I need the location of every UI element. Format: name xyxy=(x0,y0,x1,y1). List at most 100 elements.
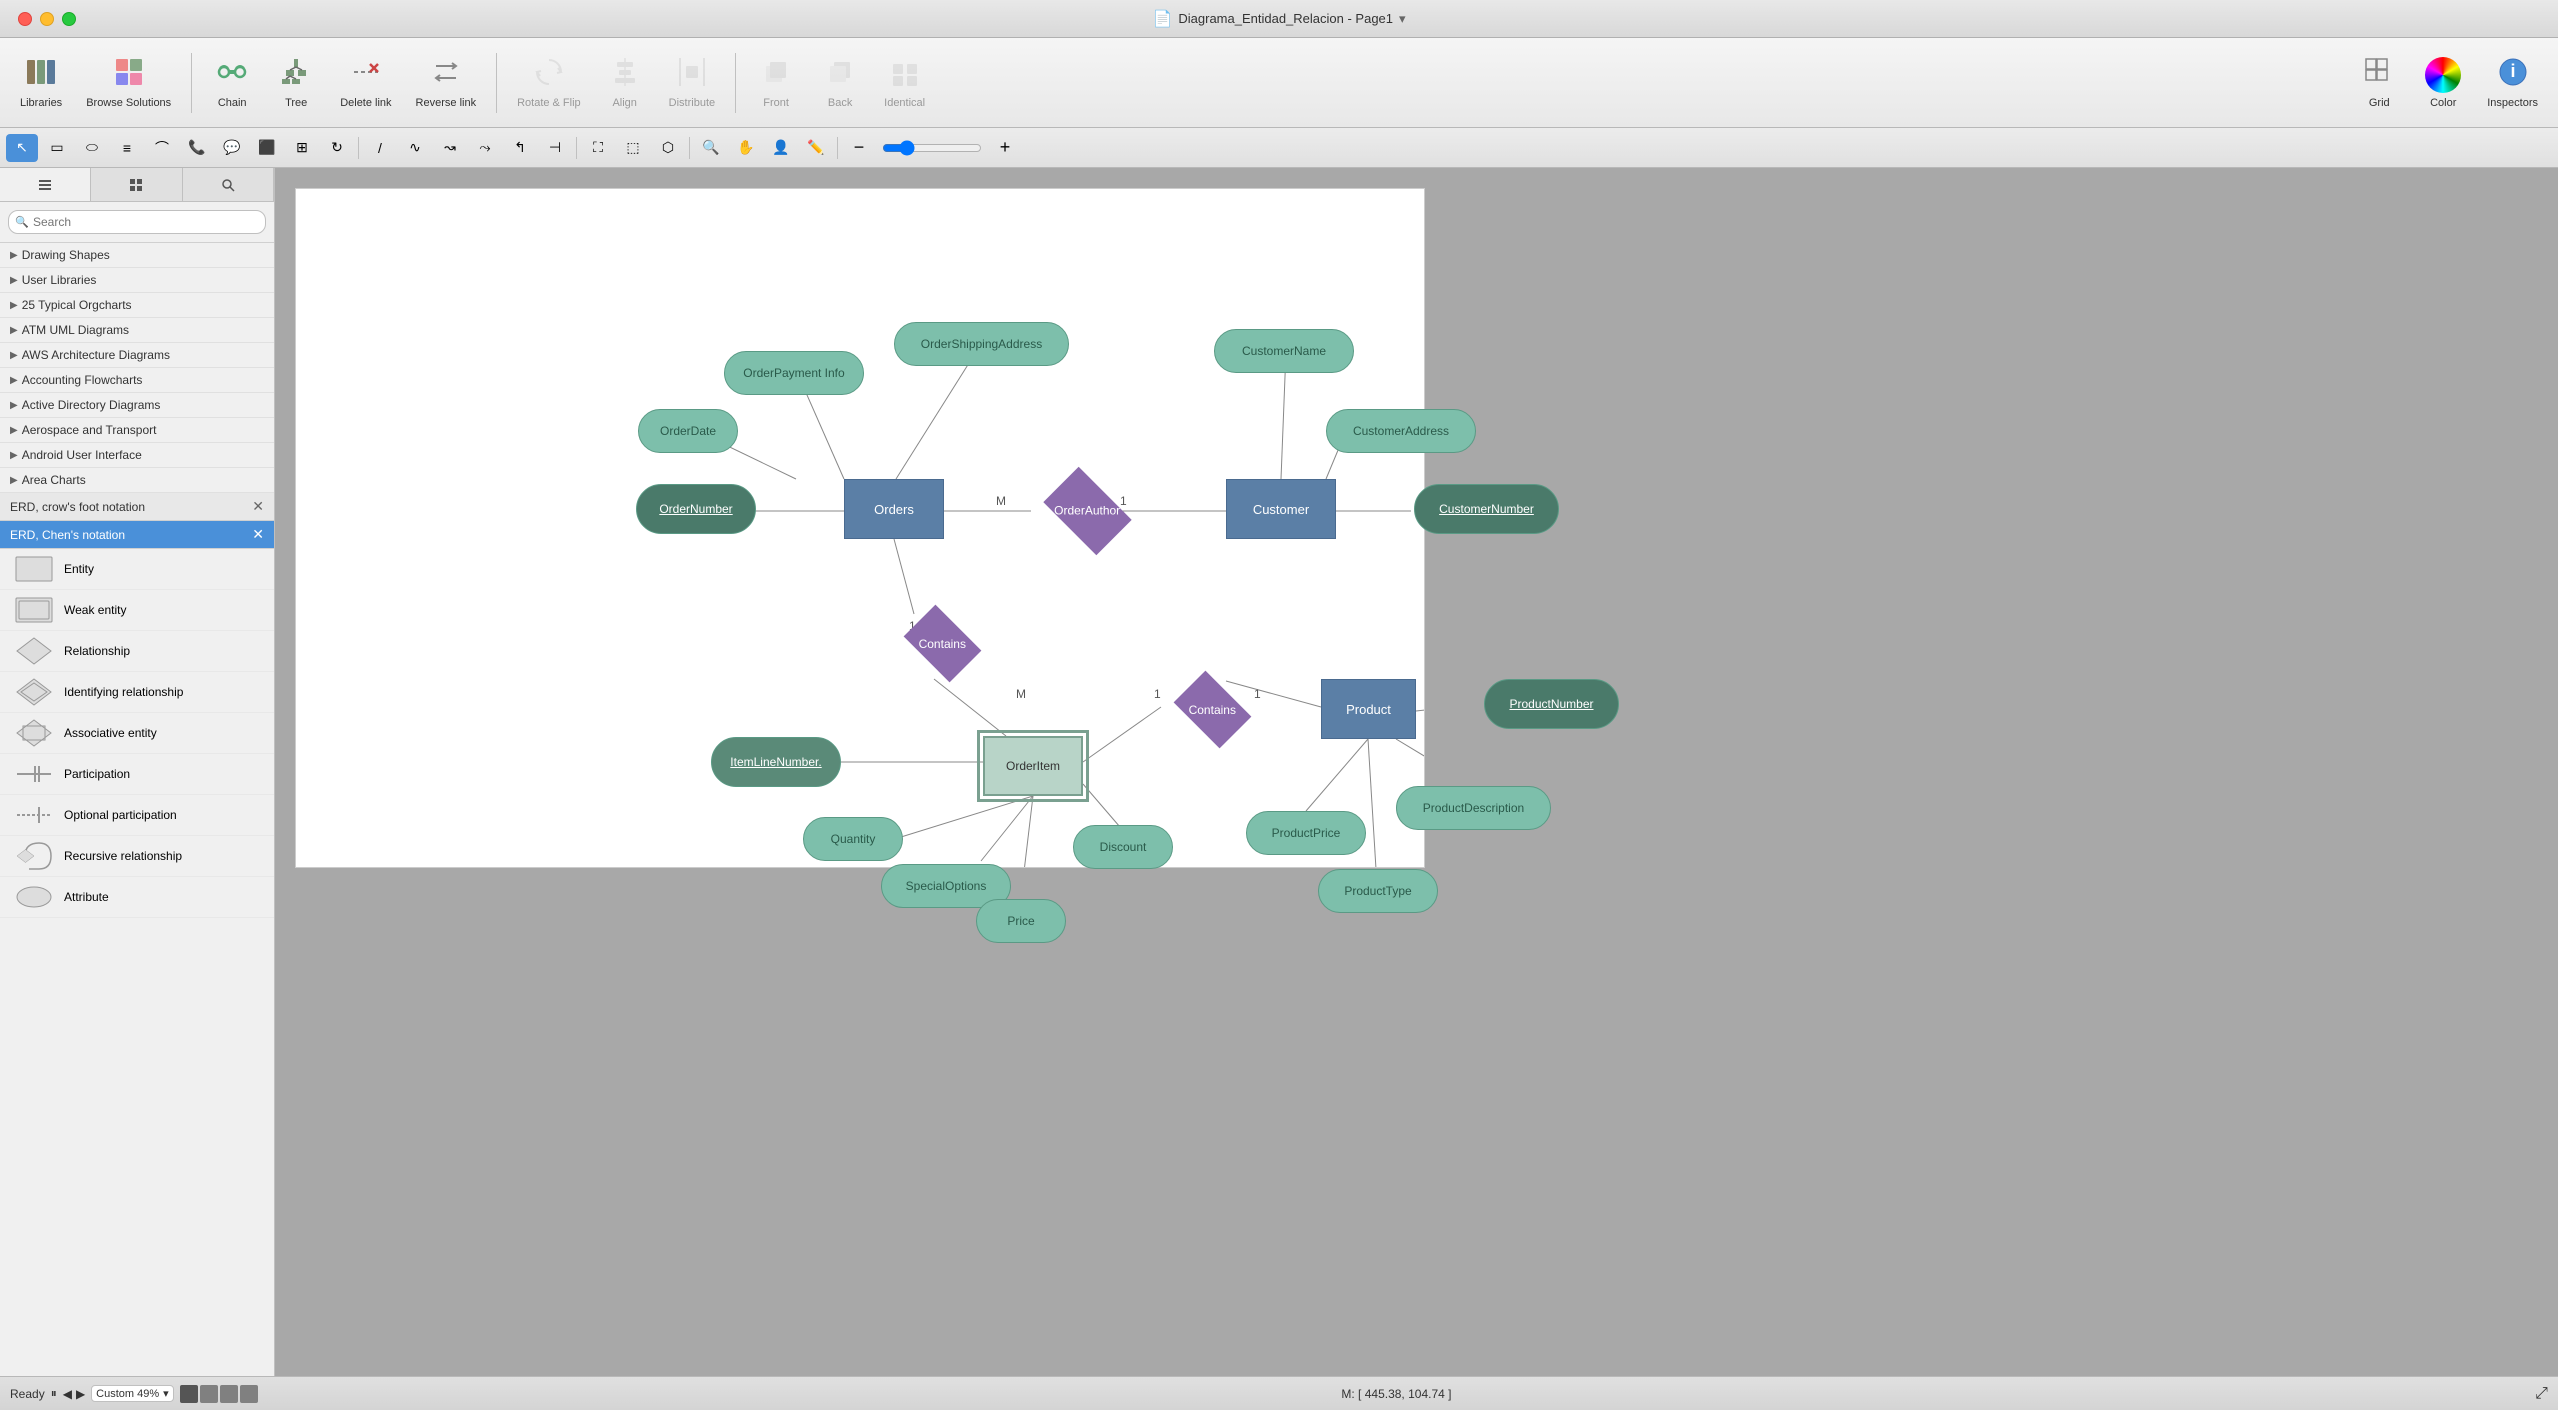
text-tool[interactable]: ≡ xyxy=(111,134,143,162)
sidebar-item-orgcharts[interactable]: ▶ 25 Typical Orgcharts xyxy=(0,293,274,318)
color-button[interactable]: Color xyxy=(2413,51,2473,115)
sidebar-item-user-libraries[interactable]: ▶ User Libraries xyxy=(0,268,274,293)
prev-page-btn[interactable]: ◀ xyxy=(63,1387,72,1401)
entity-orderitem[interactable]: OrderItem xyxy=(983,736,1083,796)
user-tool[interactable]: 👤 xyxy=(765,134,797,162)
conn2-tool[interactable]: ↰ xyxy=(504,134,536,162)
rect-tool[interactable]: ▭ xyxy=(41,134,73,162)
attr-productnumber[interactable]: ProductNumber xyxy=(1484,679,1619,729)
pen-tool[interactable]: ✏️ xyxy=(800,134,832,162)
chain-button[interactable]: Chain xyxy=(202,50,262,115)
ellipse-tool[interactable]: ⬭ xyxy=(76,134,108,162)
curve-tool[interactable]: ∿ xyxy=(399,134,431,162)
resize-icon[interactable]: ⤢ xyxy=(2535,1385,2548,1403)
attr-ordernumber[interactable]: OrderNumber xyxy=(636,484,756,534)
rel-contains2[interactable]: Contains xyxy=(1174,671,1252,749)
pause-btn[interactable]: ⏸ xyxy=(51,1386,57,1401)
sidebar-item-accounting[interactable]: ▶ Accounting Flowcharts xyxy=(0,368,274,393)
diagram-canvas[interactable]: M 1 1 M 1 1 Orders Customer Product Orde… xyxy=(295,188,1425,868)
process-tool[interactable]: ⬛ xyxy=(251,134,283,162)
tree-button[interactable]: Tree xyxy=(266,50,326,115)
view-btn-2[interactable] xyxy=(200,1385,218,1403)
shape-identifying-relationship[interactable]: Identifying relationship xyxy=(0,672,274,713)
next-page-btn[interactable]: ▶ xyxy=(76,1387,85,1401)
sidebar-item-area-charts[interactable]: ▶ Area Charts xyxy=(0,468,274,493)
search-input[interactable] xyxy=(8,210,266,234)
identical-button[interactable]: Identical xyxy=(874,50,935,115)
attr-productprice[interactable]: ProductPrice xyxy=(1246,811,1366,855)
attr-orderdate[interactable]: OrderDate xyxy=(638,409,738,453)
libraries-button[interactable]: Libraries xyxy=(10,50,72,115)
sidebar-item-drawing-shapes[interactable]: ▶ Drawing Shapes xyxy=(0,243,274,268)
shape-optional-participation[interactable]: Optional participation xyxy=(0,795,274,836)
attr-price[interactable]: Price xyxy=(976,899,1066,943)
back-button[interactable]: Back xyxy=(810,50,870,115)
attr-customeraddress[interactable]: CustomerAddress xyxy=(1326,409,1476,453)
arrow-tool[interactable]: ↝ xyxy=(434,134,466,162)
shape-attribute[interactable]: Attribute xyxy=(0,877,274,918)
sidebar-item-aws[interactable]: ▶ AWS Architecture Diagrams xyxy=(0,343,274,368)
attr-itemlinenumber[interactable]: ItemLineNumber. xyxy=(711,737,841,787)
entity-customer[interactable]: Customer xyxy=(1226,479,1336,539)
shape-recursive-relationship[interactable]: Recursive relationship xyxy=(0,836,274,877)
attr-quantity[interactable]: Quantity xyxy=(803,817,903,861)
shape-relationship[interactable]: Relationship xyxy=(0,631,274,672)
zoom-out-tool[interactable]: 🔍 xyxy=(695,134,727,162)
reverse-link-button[interactable]: Reverse link xyxy=(406,50,487,115)
align2-tool[interactable]: ⊞ xyxy=(286,134,318,162)
lib-crowsfoot-header[interactable]: ERD, crow's foot notation ✕ xyxy=(0,493,274,521)
inspectors-button[interactable]: i Inspectors xyxy=(2477,50,2548,115)
lib-chens-close[interactable]: ✕ xyxy=(252,526,264,543)
view-btn-3[interactable] xyxy=(220,1385,238,1403)
lib-crowsfoot-close[interactable]: ✕ xyxy=(252,498,264,515)
callout-tool[interactable]: 💬 xyxy=(216,134,248,162)
grid-button[interactable]: Grid xyxy=(2349,50,2409,115)
select-tool[interactable]: ↖ xyxy=(6,134,38,162)
zoom-select[interactable]: Custom 49% ▾ xyxy=(91,1385,174,1402)
distribute-button[interactable]: Distribute xyxy=(659,50,725,115)
shape-participation[interactable]: Participation xyxy=(0,754,274,795)
entity-orders[interactable]: Orders xyxy=(844,479,944,539)
pan-tool[interactable]: ✋ xyxy=(730,134,762,162)
attr-customername[interactable]: CustomerName xyxy=(1214,329,1354,373)
view-btn-1[interactable] xyxy=(180,1385,198,1403)
sidebar-tab-grid[interactable] xyxy=(91,168,182,201)
sidebar-tab-list[interactable] xyxy=(0,168,91,201)
shape-associative-entity[interactable]: Associative entity xyxy=(0,713,274,754)
browse-button[interactable]: Browse Solutions xyxy=(76,50,181,115)
attr-customernumber[interactable]: CustomerNumber xyxy=(1414,484,1559,534)
rotate-tool[interactable]: ↻ xyxy=(321,134,353,162)
zoom-out-btn[interactable]: − xyxy=(843,134,875,162)
sidebar-item-aerospace[interactable]: ▶ Aerospace and Transport xyxy=(0,418,274,443)
maximize-button[interactable] xyxy=(62,12,76,26)
sidebar-item-atm-uml[interactable]: ▶ ATM UML Diagrams xyxy=(0,318,274,343)
front-button[interactable]: Front xyxy=(746,50,806,115)
conn3-tool[interactable]: ⊣ xyxy=(539,134,571,162)
align-button[interactable]: Align xyxy=(595,50,655,115)
rel-orderauthor[interactable]: OrderAuthor xyxy=(1043,467,1131,555)
attr-productdescription[interactable]: ProductDescription xyxy=(1396,786,1551,830)
region-tool[interactable]: ⬚ xyxy=(617,134,649,162)
delete-link-button[interactable]: Delete link xyxy=(330,50,401,115)
note-tool[interactable]: ⌒ xyxy=(146,134,178,162)
sidebar-item-android[interactable]: ▶ Android User Interface xyxy=(0,443,274,468)
sidebar-tab-search[interactable] xyxy=(183,168,274,201)
minimize-button[interactable] xyxy=(40,12,54,26)
phone-tool[interactable]: 📞 xyxy=(181,134,213,162)
conn1-tool[interactable]: ⤳ xyxy=(469,134,501,162)
view-btn-4[interactable] xyxy=(240,1385,258,1403)
rotate-flip-button[interactable]: Rotate & Flip xyxy=(507,50,591,115)
attr-ordershippingaddress[interactable]: OrderShippingAddress xyxy=(894,322,1069,366)
lasso-tool[interactable]: ⬡ xyxy=(652,134,684,162)
crop-tool[interactable]: ⛶ xyxy=(582,134,614,162)
attr-producttype[interactable]: ProductType xyxy=(1318,869,1438,913)
lib-chens-header[interactable]: ERD, Chen's notation ✕ xyxy=(0,521,274,549)
attr-orderpaymentinfo[interactable]: OrderPayment Info xyxy=(724,351,864,395)
rel-contains1[interactable]: Contains xyxy=(904,605,982,683)
attr-discount[interactable]: Discount xyxy=(1073,825,1173,869)
close-button[interactable] xyxy=(18,12,32,26)
sidebar-item-active-directory[interactable]: ▶ Active Directory Diagrams xyxy=(0,393,274,418)
line-tool[interactable]: / xyxy=(364,134,396,162)
entity-product[interactable]: Product xyxy=(1321,679,1416,739)
shape-entity[interactable]: Entity xyxy=(0,549,274,590)
